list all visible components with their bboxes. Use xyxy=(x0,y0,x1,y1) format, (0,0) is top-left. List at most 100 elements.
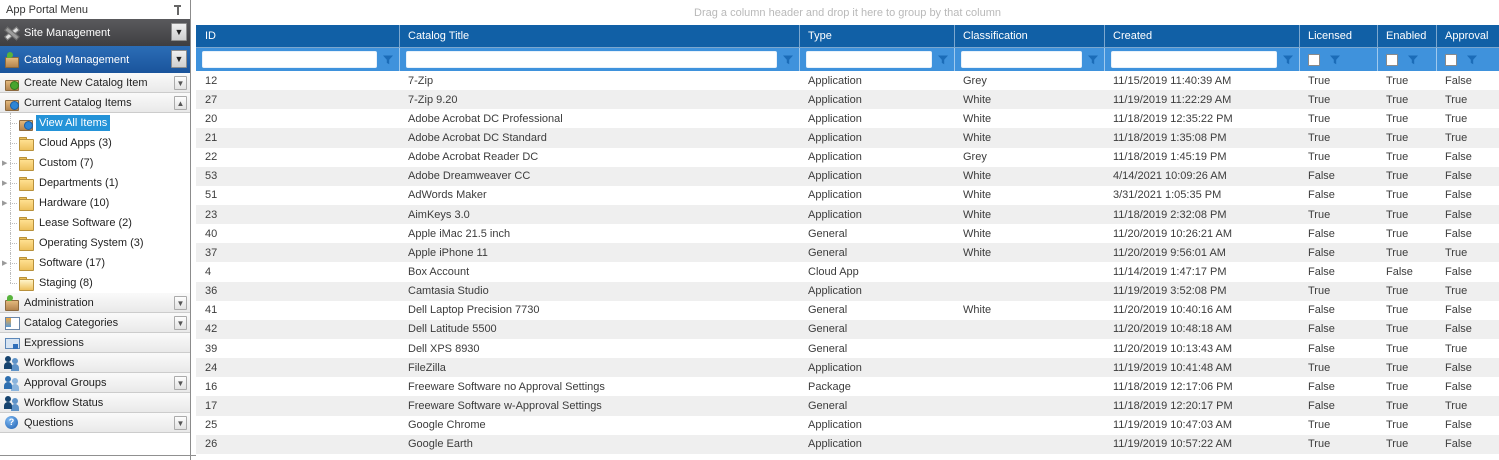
table-row[interactable]: 40 Apple iMac 21.5 inch General White 11… xyxy=(196,224,1499,243)
tree-item-label: Departments (1) xyxy=(36,175,121,191)
sidebar-item[interactable]: Administration ▼ xyxy=(0,293,190,313)
cell-licensed: False xyxy=(1300,301,1378,320)
cell-classification: White xyxy=(955,186,1105,205)
cell-approval: True xyxy=(1437,339,1499,358)
dropdown-button[interactable]: ▼ xyxy=(174,316,187,330)
cell-id: 27 xyxy=(196,90,400,109)
filter-icon[interactable] xyxy=(1329,54,1341,66)
sidebar-item[interactable]: Workflow Status xyxy=(0,393,190,413)
sidebar-item[interactable]: Create New Catalog Item ▼ xyxy=(0,73,190,93)
cell-approval: False xyxy=(1437,148,1499,167)
table-row[interactable]: 24 FileZilla Application 11/19/2019 10:4… xyxy=(196,358,1499,377)
cell-approval: False xyxy=(1437,301,1499,320)
dropdown-button[interactable]: ▼ xyxy=(174,416,187,430)
classification-filter-input[interactable] xyxy=(961,51,1082,68)
panel-divider[interactable] xyxy=(190,0,191,460)
section-dropdown-button[interactable]: ▼ xyxy=(171,50,187,68)
table-row[interactable]: 20 Adobe Acrobat DC Professional Applica… xyxy=(196,109,1499,128)
filter-icon[interactable] xyxy=(1407,54,1419,66)
filter-icon[interactable] xyxy=(1087,54,1099,66)
catalog-title-filter-input[interactable] xyxy=(406,51,777,68)
dropdown-button[interactable]: ▼ xyxy=(174,76,187,90)
tree-item[interactable]: View All Items xyxy=(0,113,190,133)
column-header-created[interactable]: Created xyxy=(1105,25,1300,47)
table-row[interactable]: 27 7-Zip 9.20 Application White 11/19/20… xyxy=(196,90,1499,109)
table-row[interactable]: 41 Dell Laptop Precision 7730 General Wh… xyxy=(196,301,1499,320)
cell-licensed: False xyxy=(1300,167,1378,186)
sidebar-item[interactable]: Expressions xyxy=(0,333,190,353)
table-row[interactable]: 21 Adobe Acrobat DC Standard Application… xyxy=(196,128,1499,147)
filter-icon[interactable] xyxy=(782,54,794,66)
cell-classification xyxy=(955,435,1105,454)
cell-licensed: True xyxy=(1300,128,1378,147)
column-header-id[interactable]: ID xyxy=(196,25,400,47)
cell-enabled: True xyxy=(1378,128,1437,147)
created-filter-input[interactable] xyxy=(1111,51,1277,68)
table-row[interactable]: 26 Google Earth Application 11/19/2019 1… xyxy=(196,435,1499,454)
sidebar-item[interactable]: Current Catalog Items ▲ xyxy=(0,93,190,113)
sidebar-item[interactable]: Questions ▼ xyxy=(0,413,190,433)
dropdown-button[interactable]: ▼ xyxy=(174,296,187,310)
enabled-filter-checkbox[interactable] xyxy=(1386,54,1398,66)
pin-icon[interactable] xyxy=(172,3,184,17)
cell-id: 36 xyxy=(196,282,400,301)
sidebar-section-site-management[interactable]: Site Management ▼ xyxy=(0,19,190,46)
table-row[interactable]: 42 Dell Latitude 5500 General 11/20/2019… xyxy=(196,320,1499,339)
sidebar-section-catalog-management[interactable]: Catalog Management ▼ xyxy=(0,46,190,73)
table-row[interactable]: 12 7-Zip Application Grey 11/15/2019 11:… xyxy=(196,71,1499,90)
dropdown-button[interactable]: ▲ xyxy=(174,96,187,110)
table-row[interactable]: 53 Adobe Dreamweaver CC Application Whit… xyxy=(196,167,1499,186)
sidebar-item-icon xyxy=(4,376,19,390)
cell-catalog-title: Box Account xyxy=(400,262,800,281)
table-row[interactable]: 22 Adobe Acrobat Reader DC Application G… xyxy=(196,148,1499,167)
group-by-panel[interactable]: Drag a column header and drop it here to… xyxy=(196,0,1499,25)
tree-item[interactable]: ▶ Departments (1) xyxy=(0,173,190,193)
tree-item[interactable]: Operating System (3) xyxy=(0,233,190,253)
table-row[interactable]: 51 AdWords Maker Application White 3/31/… xyxy=(196,186,1499,205)
filter-icon[interactable] xyxy=(382,54,394,66)
table-row[interactable]: 16 Freeware Software no Approval Setting… xyxy=(196,377,1499,396)
licensed-filter-checkbox[interactable] xyxy=(1308,54,1320,66)
expand-icon[interactable]: ▶ xyxy=(2,199,11,207)
dropdown-button[interactable]: ▼ xyxy=(174,376,187,390)
column-header-type[interactable]: Type xyxy=(800,25,955,47)
filter-icon[interactable] xyxy=(1282,54,1294,66)
section-label: Site Management xyxy=(24,27,110,39)
column-header-licensed[interactable]: Licensed xyxy=(1300,25,1378,47)
expand-icon[interactable]: ▶ xyxy=(2,259,11,267)
id-filter-input[interactable] xyxy=(202,51,377,68)
tree-item[interactable]: ▶ Hardware (10) xyxy=(0,193,190,213)
tree-item[interactable]: Staging (8) xyxy=(0,273,190,293)
sidebar-item[interactable]: Workflows xyxy=(0,353,190,373)
column-header-classification[interactable]: Classification xyxy=(955,25,1105,47)
column-header-catalog-title[interactable]: Catalog Title xyxy=(400,25,800,47)
table-row[interactable]: 17 Freeware Software w-Approval Settings… xyxy=(196,396,1499,415)
section-dropdown-button[interactable]: ▼ xyxy=(171,23,187,41)
tree-item[interactable]: ▶ Custom (7) xyxy=(0,153,190,173)
filter-icon[interactable] xyxy=(937,54,949,66)
cell-approval: True xyxy=(1437,282,1499,301)
cell-catalog-title: Apple iPhone 11 xyxy=(400,243,800,262)
column-header-enabled[interactable]: Enabled xyxy=(1378,25,1437,47)
cell-catalog-title: Adobe Dreamweaver CC xyxy=(400,167,800,186)
cell-created: 11/18/2019 12:35:22 PM xyxy=(1105,109,1300,128)
tree-item[interactable]: ▶ Software (17) xyxy=(0,253,190,273)
column-header-approval[interactable]: Approval xyxy=(1437,25,1499,47)
cell-approval: False xyxy=(1437,377,1499,396)
expand-icon[interactable]: ▶ xyxy=(2,159,11,167)
sidebar-item[interactable]: Catalog Categories ▼ xyxy=(0,313,190,333)
expand-icon[interactable]: ▶ xyxy=(2,179,11,187)
approval-filter-checkbox[interactable] xyxy=(1445,54,1457,66)
sidebar-item[interactable]: Approval Groups ▼ xyxy=(0,373,190,393)
tree-item[interactable]: Cloud Apps (3) xyxy=(0,133,190,153)
table-row[interactable]: 39 Dell XPS 8930 General 11/20/2019 10:1… xyxy=(196,339,1499,358)
table-row[interactable]: 37 Apple iPhone 11 General White 11/20/2… xyxy=(196,243,1499,262)
table-row[interactable]: 4 Box Account Cloud App 11/14/2019 1:47:… xyxy=(196,262,1499,281)
tree-item[interactable]: Lease Software (2) xyxy=(0,213,190,233)
table-row[interactable]: 36 Camtasia Studio Application 11/19/201… xyxy=(196,282,1499,301)
catalog-tree: View All Items Cloud Apps (3) ▶ Custom (… xyxy=(0,113,190,293)
filter-icon[interactable] xyxy=(1466,54,1478,66)
type-filter-input[interactable] xyxy=(806,51,932,68)
table-row[interactable]: 25 Google Chrome Application 11/19/2019 … xyxy=(196,416,1499,435)
table-row[interactable]: 23 AimKeys 3.0 Application White 11/18/2… xyxy=(196,205,1499,224)
